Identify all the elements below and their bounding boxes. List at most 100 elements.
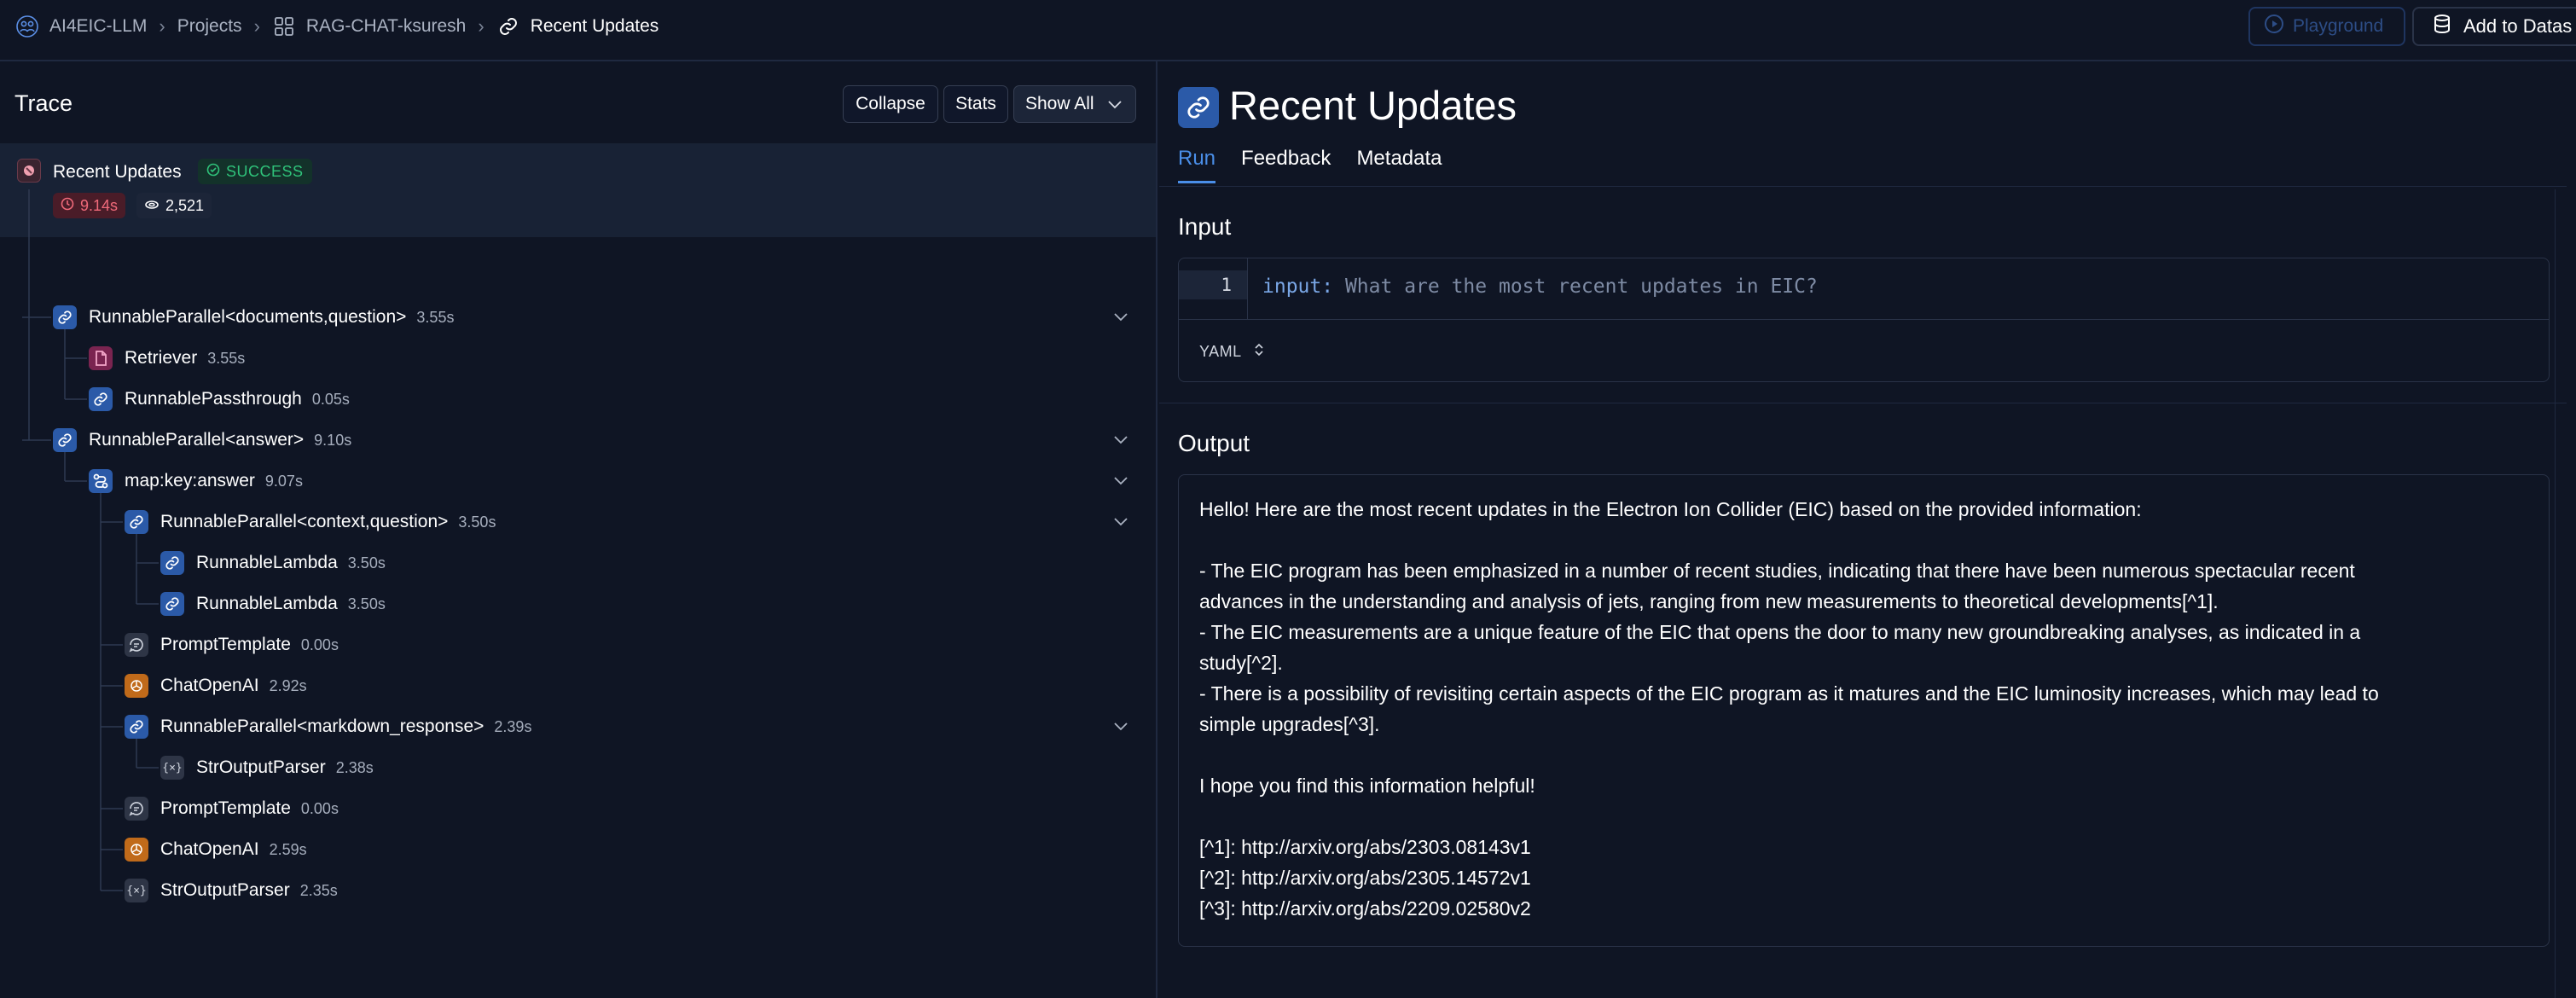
chevron-right-icon: › — [478, 15, 484, 37]
breadcrumb: AI4EIC-LLM › Projects › RAG-CHAT-ksuresh… — [15, 0, 659, 53]
parser-icon: {×} — [125, 879, 148, 902]
trace-node-duration: 2.35s — [299, 881, 338, 899]
trace-node-name: RunnableParallel<context,question> — [160, 512, 449, 531]
link-icon — [89, 387, 113, 411]
trace-tree-row[interactable]: PromptTemplate 0.00s — [125, 792, 339, 826]
trace-tree-row[interactable]: RunnableParallel<context,question> 3.50s — [125, 505, 496, 539]
link-icon — [53, 428, 77, 452]
add-to-dataset-button[interactable]: Add to Datas — [2412, 7, 2576, 46]
trace-tree-row[interactable]: RunnableLambda 3.50s — [160, 546, 386, 580]
input-code-block[interactable]: 1 input: What are the most recent update… — [1178, 258, 2550, 382]
trace-node-name: RunnableLambda — [196, 594, 338, 613]
trace-tree-row[interactable]: RunnableLambda 3.50s — [160, 587, 386, 621]
playground-button[interactable]: Playground — [2248, 7, 2405, 46]
breadcrumb-project[interactable]: RAG-CHAT-ksuresh — [306, 16, 466, 37]
openai-icon — [125, 838, 148, 862]
output-line: [^3]: http://arxiv.org/abs/2209.02580v2 — [1199, 897, 1531, 920]
trace-node-duration: 2.38s — [335, 758, 374, 776]
trace-panel: Trace Collapse Stats Show All Recent Upd… — [0, 61, 1157, 998]
output-line: - The EIC program has been emphasized in… — [1199, 560, 2355, 582]
chevron-down-icon[interactable] — [1111, 430, 1131, 450]
show-all-select[interactable]: Show All — [1013, 85, 1136, 123]
run-title: Recent Updates — [1229, 83, 1517, 128]
trace-tree-row[interactable]: {×} StrOutputParser 2.38s — [160, 751, 374, 785]
link-icon — [496, 15, 520, 38]
trace-node-name: ChatOpenAI — [160, 676, 259, 695]
chevron-down-icon[interactable] — [1111, 512, 1131, 532]
format-select[interactable]: YAML — [1199, 342, 1264, 362]
playground-label: Playground — [2293, 16, 2384, 36]
trace-tree-row[interactable]: PromptTemplate 0.00s — [125, 628, 339, 662]
trace-tree-row[interactable]: RunnableParallel<answer> 9.10s — [53, 423, 351, 457]
run-panel: Recent Updates Run Feedback Metadata Inp… — [1159, 61, 2576, 998]
output-line: advances in the understanding and analys… — [1199, 590, 2219, 612]
output-line: study[^2]. — [1199, 652, 1283, 674]
input-code-text[interactable]: input: What are the most recent updates … — [1262, 276, 1818, 298]
trace-tree-row[interactable]: RunnableParallel<markdown_response> 2.39s — [125, 710, 531, 744]
trace-tree-row[interactable]: map:key:answer 9.07s — [89, 464, 303, 498]
output-line: simple upgrades[^3]. — [1199, 713, 1380, 735]
openai-icon — [125, 674, 148, 698]
code-line: 1 input: What are the most recent update… — [1179, 258, 2549, 320]
token-badge: 2,521 — [136, 193, 212, 218]
trace-tree-row[interactable]: RunnablePassthrough 0.05s — [89, 382, 350, 416]
output-line: - There is a possibility of revisiting c… — [1199, 682, 2379, 705]
chevron-down-icon[interactable] — [1111, 307, 1131, 328]
chevron-down-icon — [1107, 94, 1122, 114]
run-tabs: Run Feedback Metadata — [1178, 147, 1442, 183]
trace-root-row[interactable]: Recent Updates SUCCESS 9.14s 2,521 — [0, 143, 1156, 237]
trace-node-duration: 0.05s — [311, 390, 350, 408]
tab-feedback[interactable]: Feedback — [1241, 147, 1331, 183]
tab-run[interactable]: Run — [1178, 147, 1216, 183]
trace-node-name: RunnablePassthrough — [125, 389, 302, 409]
trace-node-name: ChatOpenAI — [160, 839, 259, 859]
top-bar: AI4EIC-LLM › Projects › RAG-CHAT-ksuresh… — [0, 0, 2576, 61]
link-icon — [160, 551, 184, 575]
trace-node-duration: 2.39s — [494, 717, 532, 735]
trace-node-name: RunnableParallel<answer> — [89, 430, 305, 450]
trace-tree-row[interactable]: RunnableParallel<documents,question> 3.55… — [53, 300, 454, 334]
clock-icon — [61, 197, 74, 215]
format-label: YAML — [1199, 343, 1242, 360]
map-icon — [89, 469, 113, 493]
show-all-label: Show All — [1025, 94, 1094, 113]
stats-button[interactable]: Stats — [943, 85, 1008, 123]
trace-tree-row[interactable]: ChatOpenAI 2.59s — [125, 833, 307, 867]
add-to-dataset-label: Add to Datas — [2463, 15, 2573, 37]
chevron-right-icon: › — [253, 15, 260, 37]
trace-node-duration: 0.00s — [300, 635, 339, 653]
link-icon — [53, 305, 77, 329]
output-text-block[interactable]: Hello! Here are the most recent updates … — [1178, 474, 2550, 947]
trace-node-duration: 9.07s — [264, 472, 303, 490]
chevron-down-icon[interactable] — [1111, 717, 1131, 737]
panel-edge — [2555, 189, 2556, 998]
trace-node-duration: 3.55s — [207, 349, 246, 367]
breadcrumb-current: Recent Updates — [530, 16, 659, 36]
trace-node-name: RunnableParallel<documents,question> — [89, 307, 407, 327]
output-lines: Hello! Here are the most recent updates … — [1199, 494, 2528, 924]
play-icon — [2264, 14, 2284, 39]
trace-node-name: StrOutputParser — [196, 757, 326, 777]
trace-tree-row[interactable]: ChatOpenAI 2.92s — [125, 669, 307, 703]
breadcrumb-projects[interactable]: Projects — [177, 16, 242, 37]
grid-icon — [272, 15, 296, 38]
trace-tree-row[interactable]: {×} StrOutputParser 2.35s — [125, 873, 338, 908]
trace-node-duration: 2.59s — [269, 840, 307, 858]
trace-tree-row[interactable]: Retriever 3.55s — [89, 341, 245, 375]
chain-root-icon — [17, 159, 41, 183]
trace-node-name: PromptTemplate — [160, 635, 291, 654]
trace-node-duration: 3.50s — [347, 595, 386, 612]
latency-badge: 9.14s — [53, 193, 126, 218]
input-key: input: — [1262, 276, 1334, 298]
trace-title: Trace — [15, 90, 73, 116]
latency-text: 9.14s — [80, 196, 119, 214]
output-heading: Output — [1178, 430, 1250, 456]
collapse-button[interactable]: Collapse — [843, 85, 938, 123]
prompt-icon — [125, 633, 148, 657]
trace-node-duration: 3.55s — [416, 308, 455, 326]
breadcrumb-org[interactable]: AI4EIC-LLM — [49, 16, 147, 37]
tab-metadata[interactable]: Metadata — [1356, 147, 1442, 183]
chevron-down-icon[interactable] — [1111, 471, 1131, 491]
